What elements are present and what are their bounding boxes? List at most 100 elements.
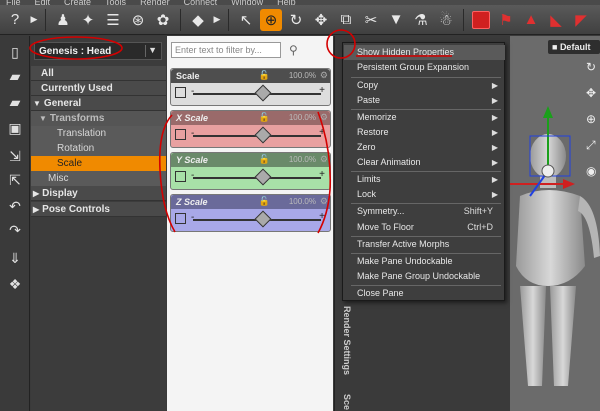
slider-value[interactable]: 100.0% [289,69,316,83]
filter-input[interactable]: Enter text to filter by... [171,42,281,58]
pan-view-icon[interactable]: ✥ [586,86,600,112]
toolbar-arrow-icon[interactable]: ▶ [29,9,39,31]
world-icon[interactable]: ⊛ [127,9,149,31]
save-icon[interactable]: ▣ [5,118,25,138]
menu-item-lock[interactable]: Lock ▶ [344,187,505,202]
y-arrow-icon[interactable] [543,106,553,118]
gear-icon[interactable]: ⚙ [320,154,328,165]
menu-item-persistent-group-expansion[interactable]: Persistent Group Expansion [344,60,505,75]
orbit-view-icon[interactable]: ◉ [586,164,600,190]
node-selector-dropdown[interactable]: Genesis : Head ▼ [34,42,162,60]
slider-value[interactable]: 100.0% [289,153,316,167]
morph-icon[interactable]: ⚗ [410,9,432,31]
save-icon[interactable]: ☰ [102,9,124,31]
node-icon[interactable]: ◆ [187,9,209,31]
minus-icon[interactable]: - [191,212,194,223]
menu-item-symmetry[interactable]: Symmetry... Shift+Y [344,204,505,219]
menu-item-zero[interactable]: Zero ▶ [344,140,505,155]
rotate-view-icon[interactable]: ↻ [586,60,600,86]
menu-item-copy[interactable]: Copy ▶ [344,78,505,93]
category-display[interactable]: ▶ Display [31,186,166,201]
slider-value[interactable]: 100.0% [289,111,316,125]
category-rotation[interactable]: Rotation [31,141,166,156]
frame-view-icon[interactable]: ⤢ [586,138,600,164]
undo-icon[interactable]: ↶ [5,196,25,216]
chevron-down-icon[interactable]: ▼ [148,45,157,55]
camera-selector[interactable]: ■ Default [548,40,600,54]
merge-icon[interactable]: ▰ [5,92,25,112]
color2-icon[interactable]: ◤ [570,9,592,31]
menu-item-paste[interactable]: Paste ▶ [344,93,505,108]
menu-item-clear-animation[interactable]: Clear Animation ▶ [344,155,505,170]
gear-icon[interactable]: ⚙ [320,196,328,207]
category-misc[interactable]: Misc [31,171,166,186]
menu-item-make-pane-undockable[interactable]: Make Pane Undockable [344,254,505,269]
tab-scene[interactable]: Sce [337,394,352,410]
x-arrow-icon[interactable] [563,179,575,189]
category-all[interactable]: All [31,66,166,81]
expand-arrow-icon[interactable]: ▶ [33,189,39,198]
download-icon[interactable]: ⇓ [5,248,25,268]
import-icon[interactable]: ⇲ [5,146,25,166]
slider-knob[interactable] [254,210,272,228]
category-pose-controls[interactable]: ▶ Pose Controls [31,202,166,217]
plus-icon[interactable]: + [319,169,325,180]
open-icon[interactable]: ▰ [5,66,25,86]
flag-icon[interactable]: ⚑ [495,9,517,31]
plugin-icon[interactable]: ✿ [152,9,174,31]
cube-icon[interactable]: ❖ [5,274,25,294]
x-scale-slider[interactable]: X Scale 🔓 100.0% ⚙ - + [170,110,331,148]
lock-icon[interactable]: 🔓 [259,112,270,123]
rotate-icon[interactable]: ↻ [285,9,307,31]
keyframe-icon[interactable] [175,171,186,182]
plus-icon[interactable]: + [319,211,325,222]
expand-arrow-icon[interactable]: ▼ [39,114,47,123]
menu-item-show-hidden-properties[interactable]: Show Hidden Properties [344,45,505,60]
menu-item-close-pane[interactable]: Close Pane [344,286,505,301]
scale-slider[interactable]: Scale 🔓 100.0% ⚙ - + [170,68,331,106]
keyframe-icon[interactable] [175,213,186,224]
joint-icon[interactable]: ✂ [360,9,382,31]
lock-icon[interactable]: 🔓 [259,70,270,81]
select-icon[interactable]: ↖ [235,9,257,31]
minus-icon[interactable]: - [191,170,194,181]
z-scale-slider[interactable]: Z Scale 🔓 100.0% ⚙ - + [170,194,331,232]
help-icon[interactable]: ? [4,9,26,31]
lock-icon[interactable]: 🔓 [259,196,270,207]
keyframe-icon[interactable] [175,129,186,140]
search-icon[interactable]: ⚲ [289,43,298,57]
menu-item-restore[interactable]: Restore ▶ [344,125,505,140]
magic-icon[interactable]: ✦ [77,9,99,31]
category-translation[interactable]: Translation [31,126,166,141]
menu-item-limits[interactable]: Limits ▶ [344,172,505,187]
universal-icon[interactable]: ⊕ [260,8,282,31]
figure-pose-icon[interactable]: ☃ [435,9,457,31]
minus-icon[interactable]: - [191,86,194,97]
redo-icon[interactable]: ↷ [5,220,25,240]
plus-icon[interactable]: + [319,85,325,96]
category-general[interactable]: ▼ General [31,96,166,111]
new-file-icon[interactable]: ▯ [5,42,25,62]
lock-icon[interactable]: 🔓 [259,154,270,165]
expand-arrow-icon[interactable]: ▶ [33,205,39,214]
expand-arrow-icon[interactable]: ▼ [33,99,41,108]
menu-item-make-pane-group-undockable[interactable]: Make Pane Group Undockable [344,269,505,284]
menu-item-memorize[interactable]: Memorize ▶ [344,110,505,125]
gizmo-center[interactable] [541,164,555,178]
slider-knob[interactable] [254,168,272,186]
toolbar-arrow-icon[interactable]: ▶ [212,9,222,31]
cone-icon[interactable]: ▼ [385,9,407,31]
tri-icon[interactable]: ▲ [520,9,542,31]
menu-item-transfer-active-morphs[interactable]: Transfer Active Morphs [344,237,505,252]
tab-render-settings[interactable]: Render Settings [337,306,352,375]
translate-icon[interactable]: ✥ [310,9,332,31]
figure-icon[interactable]: ♟ [52,9,74,31]
menu-item-move-to-floor[interactable]: Move To Floor Ctrl+D [344,220,505,235]
keyframe-icon[interactable] [175,87,186,98]
slider-knob[interactable] [254,84,272,102]
zoom-view-icon[interactable]: ⊕ [586,112,600,138]
plus-icon[interactable]: + [319,127,325,138]
render-icon[interactable] [470,9,492,31]
y-scale-slider[interactable]: Y Scale 🔓 100.0% ⚙ - + [170,152,331,190]
gear-icon[interactable]: ⚙ [320,70,328,81]
